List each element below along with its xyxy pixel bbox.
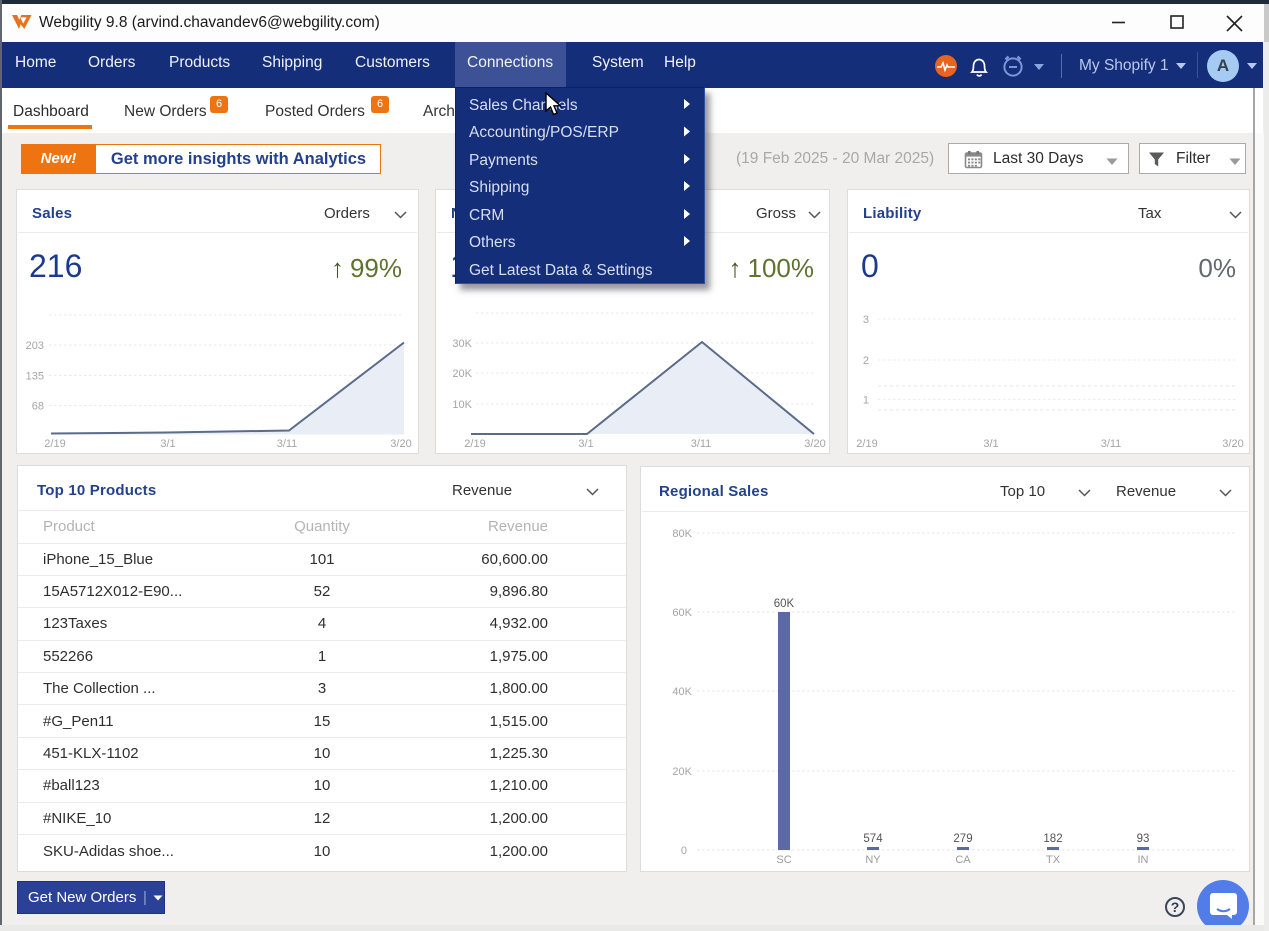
svg-text:574: 574 [863, 833, 883, 845]
svg-text:TX: TX [1046, 854, 1061, 866]
svg-text:3/1: 3/1 [160, 438, 175, 450]
svg-text:68: 68 [32, 401, 44, 413]
svg-text:279: 279 [953, 833, 972, 845]
svg-text:135: 135 [26, 371, 44, 383]
svg-text:2/19: 2/19 [856, 438, 877, 450]
svg-text:60K: 60K [774, 598, 795, 610]
svg-text:3/1: 3/1 [983, 438, 998, 450]
svg-text:60K: 60K [672, 607, 692, 619]
svg-text:10K: 10K [452, 399, 472, 411]
svg-text:2/19: 2/19 [44, 438, 65, 450]
svg-text:3/20: 3/20 [1222, 438, 1243, 450]
svg-text:40K: 40K [672, 686, 692, 698]
svg-text:30K: 30K [452, 338, 472, 350]
svg-text:3/1: 3/1 [578, 438, 593, 450]
svg-text:20K: 20K [452, 368, 472, 380]
svg-text:2/19: 2/19 [464, 438, 485, 450]
svg-text:SC: SC [776, 854, 791, 866]
svg-text:80K: 80K [672, 528, 692, 540]
svg-text:3: 3 [863, 314, 869, 326]
svg-text:3/11: 3/11 [691, 438, 712, 450]
svg-text:203: 203 [26, 340, 44, 352]
svg-text:3/11: 3/11 [1101, 438, 1122, 450]
svg-text:CA: CA [955, 854, 971, 866]
svg-text:1: 1 [863, 395, 869, 407]
svg-text:3/20: 3/20 [804, 438, 825, 450]
svg-text:182: 182 [1043, 833, 1062, 845]
svg-text:93: 93 [1137, 833, 1150, 845]
svg-text:2: 2 [863, 355, 869, 367]
svg-text:3/20: 3/20 [390, 438, 411, 450]
svg-text:3/11: 3/11 [277, 438, 298, 450]
svg-text:IN: IN [1138, 854, 1149, 866]
svg-text:20K: 20K [672, 766, 692, 778]
svg-text:0: 0 [681, 845, 687, 857]
svg-text:NY: NY [865, 854, 881, 866]
